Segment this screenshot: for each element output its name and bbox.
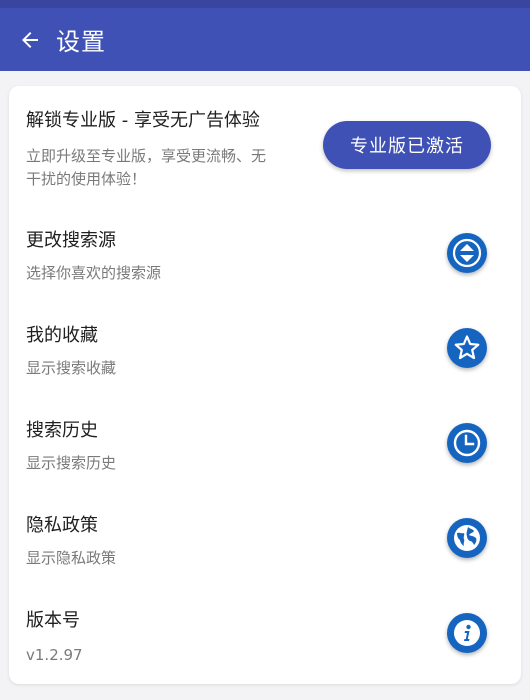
favorites-button[interactable]: [447, 328, 487, 368]
item-subtitle: 显示搜索收藏: [26, 359, 117, 377]
history-button[interactable]: [447, 423, 487, 463]
pro-description-line2: 干扰的使用体验！: [26, 170, 147, 188]
settings-item-history[interactable]: 搜索历史 显示搜索历史: [9, 406, 521, 496]
version-number: v1.2.97: [26, 646, 83, 664]
item-subtitle: 显示隐私政策: [26, 549, 117, 567]
item-title: 隐私政策: [26, 515, 98, 536]
clock-icon: [453, 429, 481, 457]
sort-icon: [452, 238, 482, 268]
item-subtitle: 显示搜索历史: [26, 454, 117, 472]
arrow-left-icon: [22, 31, 38, 48]
search-source-button[interactable]: [447, 233, 487, 273]
pro-title: 解锁专业版 - 享受无广告体验: [26, 110, 260, 131]
pro-activated-button[interactable]: 专业版已激活: [323, 121, 491, 169]
settings-card: 解锁专业版 - 享受无广告体验 立即升级至专业版，享受更流畅、无 干扰的使用体验…: [9, 86, 521, 684]
settings-item-privacy[interactable]: 隐私政策 显示隐私政策: [9, 501, 521, 591]
settings-item-search-source[interactable]: 更改搜索源 选择你喜欢的搜索源: [9, 216, 521, 306]
pro-section: 解锁专业版 - 享受无广告体验 立即升级至专业版，享受更流畅、无 干扰的使用体验…: [9, 86, 521, 196]
item-title: 更改搜索源: [26, 230, 116, 251]
globe-icon: [454, 525, 480, 551]
settings-item-version: 版本号 v1.2.97: [9, 596, 521, 686]
app-bar: 设置: [0, 8, 530, 71]
info-button[interactable]: [447, 613, 487, 653]
page-title: 设置: [56, 28, 106, 56]
item-title: 我的收藏: [26, 325, 98, 346]
settings-item-favorites[interactable]: 我的收藏 显示搜索收藏: [9, 311, 521, 401]
item-title: 版本号: [26, 610, 80, 631]
item-subtitle: 选择你喜欢的搜索源: [26, 264, 162, 282]
info-icon: [454, 620, 480, 646]
pro-description-line1: 立即升级至专业版，享受更流畅、无: [26, 147, 267, 165]
star-icon: [454, 335, 480, 360]
privacy-button[interactable]: [447, 518, 487, 558]
status-bar: [0, 0, 530, 8]
back-button[interactable]: [16, 26, 44, 54]
item-title: 搜索历史: [26, 420, 98, 441]
